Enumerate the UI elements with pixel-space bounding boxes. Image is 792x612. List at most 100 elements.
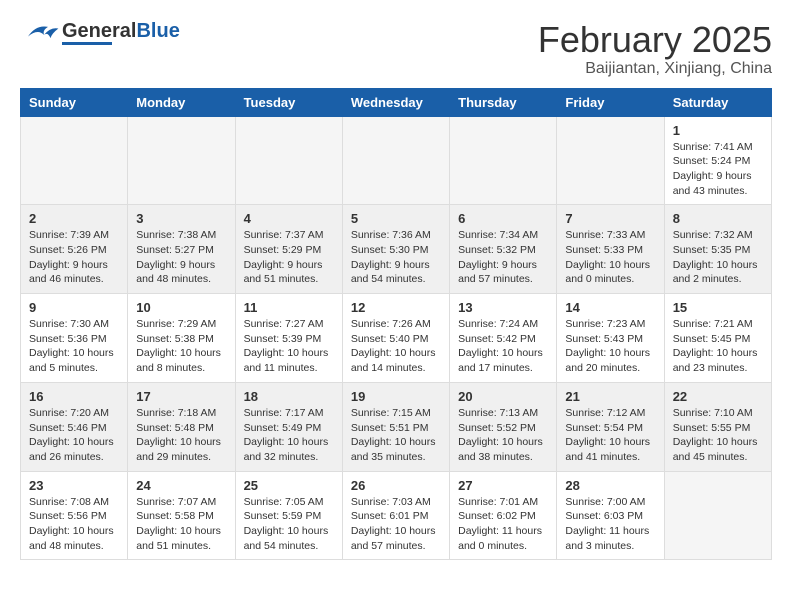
table-row: 16 Sunrise: 7:20 AM Sunset: 5:46 PM Dayli… [21,382,128,471]
day-info: Sunrise: 7:17 AM Sunset: 5:49 PM Dayligh… [244,406,334,465]
table-row: 12 Sunrise: 7:26 AM Sunset: 5:40 PM Dayli… [342,294,449,383]
day-info: Sunrise: 7:18 AM Sunset: 5:48 PM Dayligh… [136,406,226,465]
day-info: Sunrise: 7:05 AM Sunset: 5:59 PM Dayligh… [244,495,334,554]
table-row: 23 Sunrise: 7:08 AM Sunset: 5:56 PM Dayli… [21,471,128,560]
day-info: Sunrise: 7:32 AM Sunset: 5:35 PM Dayligh… [673,228,763,287]
day-number: 9 [29,300,119,315]
day-info: Sunrise: 7:41 AM Sunset: 5:24 PM Dayligh… [673,140,763,199]
table-row [128,116,235,205]
day-info: Sunrise: 7:12 AM Sunset: 5:54 PM Dayligh… [565,406,655,465]
table-row: 15 Sunrise: 7:21 AM Sunset: 5:45 PM Dayli… [664,294,771,383]
calendar-week-row: 16 Sunrise: 7:20 AM Sunset: 5:46 PM Dayli… [21,382,772,471]
logo-general: General [62,20,136,42]
day-number: 5 [351,211,441,226]
month-year-title: February 2025 [538,20,772,60]
day-number: 28 [565,478,655,493]
day-info: Sunrise: 7:38 AM Sunset: 5:27 PM Dayligh… [136,228,226,287]
table-row: 2 Sunrise: 7:39 AM Sunset: 5:26 PM Daylig… [21,205,128,294]
table-row: 24 Sunrise: 7:07 AM Sunset: 5:58 PM Dayli… [128,471,235,560]
table-row: 17 Sunrise: 7:18 AM Sunset: 5:48 PM Dayli… [128,382,235,471]
location-subtitle: Baijiantan, Xinjiang, China [538,60,772,78]
table-row: 11Sunrise: 7:27 AM Sunset: 5:39 PM Dayli… [235,294,342,383]
table-row [450,116,557,205]
day-number: 2 [29,211,119,226]
day-info: Sunrise: 7:26 AM Sunset: 5:40 PM Dayligh… [351,317,441,376]
day-number: 21 [565,389,655,404]
day-info: Sunrise: 7:29 AM Sunset: 5:38 PM Dayligh… [136,317,226,376]
day-info: Sunrise: 7:23 AM Sunset: 5:43 PM Dayligh… [565,317,655,376]
day-info: Sunrise: 7:00 AM Sunset: 6:03 PM Dayligh… [565,495,655,554]
table-row: 8 Sunrise: 7:32 AM Sunset: 5:35 PM Daylig… [664,205,771,294]
day-info: Sunrise: 7:24 AM Sunset: 5:42 PM Dayligh… [458,317,548,376]
day-number: 27 [458,478,548,493]
col-thursday: Thursday [450,88,557,116]
table-row: 13 Sunrise: 7:24 AM Sunset: 5:42 PM Dayli… [450,294,557,383]
table-row [21,116,128,205]
calendar-week-row: 23 Sunrise: 7:08 AM Sunset: 5:56 PM Dayli… [21,471,772,560]
calendar-week-row: 9 Sunrise: 7:30 AM Sunset: 5:36 PM Daylig… [21,294,772,383]
table-row [235,116,342,205]
day-number: 19 [351,389,441,404]
table-row: 21 Sunrise: 7:12 AM Sunset: 5:54 PM Dayli… [557,382,664,471]
table-row: 5 Sunrise: 7:36 AM Sunset: 5:30 PM Daylig… [342,205,449,294]
table-row [342,116,449,205]
day-number: 1 [673,123,763,138]
table-row: 6Sunrise: 7:34 AM Sunset: 5:32 PM Daylig… [450,205,557,294]
logo-blue: Blue [136,20,179,42]
table-row: 27 Sunrise: 7:01 AM Sunset: 6:02 PM Dayli… [450,471,557,560]
day-info: Sunrise: 7:39 AM Sunset: 5:26 PM Dayligh… [29,228,119,287]
day-info: Sunrise: 7:20 AM Sunset: 5:46 PM Dayligh… [29,406,119,465]
table-row: 28 Sunrise: 7:00 AM Sunset: 6:03 PM Dayli… [557,471,664,560]
day-info: Sunrise: 7:15 AM Sunset: 5:51 PM Dayligh… [351,406,441,465]
col-monday: Monday [128,88,235,116]
col-wednesday: Wednesday [342,88,449,116]
day-number: 18 [244,389,334,404]
table-row: 22Sunrise: 7:10 AM Sunset: 5:55 PM Dayli… [664,382,771,471]
calendar-week-row: 2 Sunrise: 7:39 AM Sunset: 5:26 PM Daylig… [21,205,772,294]
day-info: Sunrise: 7:03 AM Sunset: 6:01 PM Dayligh… [351,495,441,554]
day-info: Sunrise: 7:08 AM Sunset: 5:56 PM Dayligh… [29,495,119,554]
table-row: 7Sunrise: 7:33 AM Sunset: 5:33 PM Daylig… [557,205,664,294]
table-row: 10 Sunrise: 7:29 AM Sunset: 5:38 PM Dayli… [128,294,235,383]
day-info: Sunrise: 7:37 AM Sunset: 5:29 PM Dayligh… [244,228,334,287]
day-number: 12 [351,300,441,315]
day-number: 10 [136,300,226,315]
day-info: Sunrise: 7:33 AM Sunset: 5:33 PM Dayligh… [565,228,655,287]
col-sunday: Sunday [21,88,128,116]
day-number: 26 [351,478,441,493]
table-row: 3 Sunrise: 7:38 AM Sunset: 5:27 PM Daylig… [128,205,235,294]
calendar-header-row: Sunday Monday Tuesday Wednesday Thursday… [21,88,772,116]
day-info: Sunrise: 7:30 AM Sunset: 5:36 PM Dayligh… [29,317,119,376]
day-info: Sunrise: 7:07 AM Sunset: 5:58 PM Dayligh… [136,495,226,554]
col-tuesday: Tuesday [235,88,342,116]
day-number: 3 [136,211,226,226]
table-row: 19 Sunrise: 7:15 AM Sunset: 5:51 PM Dayli… [342,382,449,471]
calendar-week-row: 1 Sunrise: 7:41 AM Sunset: 5:24 PM Daylig… [21,116,772,205]
table-row: 26 Sunrise: 7:03 AM Sunset: 6:01 PM Dayli… [342,471,449,560]
title-block: February 2025 Baijiantan, Xinjiang, Chin… [538,20,772,78]
page-header: GeneralBlue February 2025 Baijiantan, Xi… [20,20,772,78]
table-row: 1 Sunrise: 7:41 AM Sunset: 5:24 PM Daylig… [664,116,771,205]
calendar-table: Sunday Monday Tuesday Wednesday Thursday… [20,88,772,561]
table-row: 14Sunrise: 7:23 AM Sunset: 5:43 PM Dayli… [557,294,664,383]
table-row: 20 Sunrise: 7:13 AM Sunset: 5:52 PM Dayli… [450,382,557,471]
day-number: 17 [136,389,226,404]
logo: GeneralBlue [20,20,180,45]
day-number: 23 [29,478,119,493]
day-number: 13 [458,300,548,315]
logo-bird-icon [20,20,60,45]
day-number: 8 [673,211,763,226]
day-number: 22 [673,389,763,404]
day-info: Sunrise: 7:36 AM Sunset: 5:30 PM Dayligh… [351,228,441,287]
day-number: 15 [673,300,763,315]
day-info: Sunrise: 7:27 AM Sunset: 5:39 PM Dayligh… [244,317,334,376]
day-number: 24 [136,478,226,493]
col-friday: Friday [557,88,664,116]
day-info: Sunrise: 7:21 AM Sunset: 5:45 PM Dayligh… [673,317,763,376]
day-info: Sunrise: 7:13 AM Sunset: 5:52 PM Dayligh… [458,406,548,465]
day-number: 20 [458,389,548,404]
table-row: 4Sunrise: 7:37 AM Sunset: 5:29 PM Daylig… [235,205,342,294]
table-row [557,116,664,205]
day-info: Sunrise: 7:01 AM Sunset: 6:02 PM Dayligh… [458,495,548,554]
day-number: 16 [29,389,119,404]
